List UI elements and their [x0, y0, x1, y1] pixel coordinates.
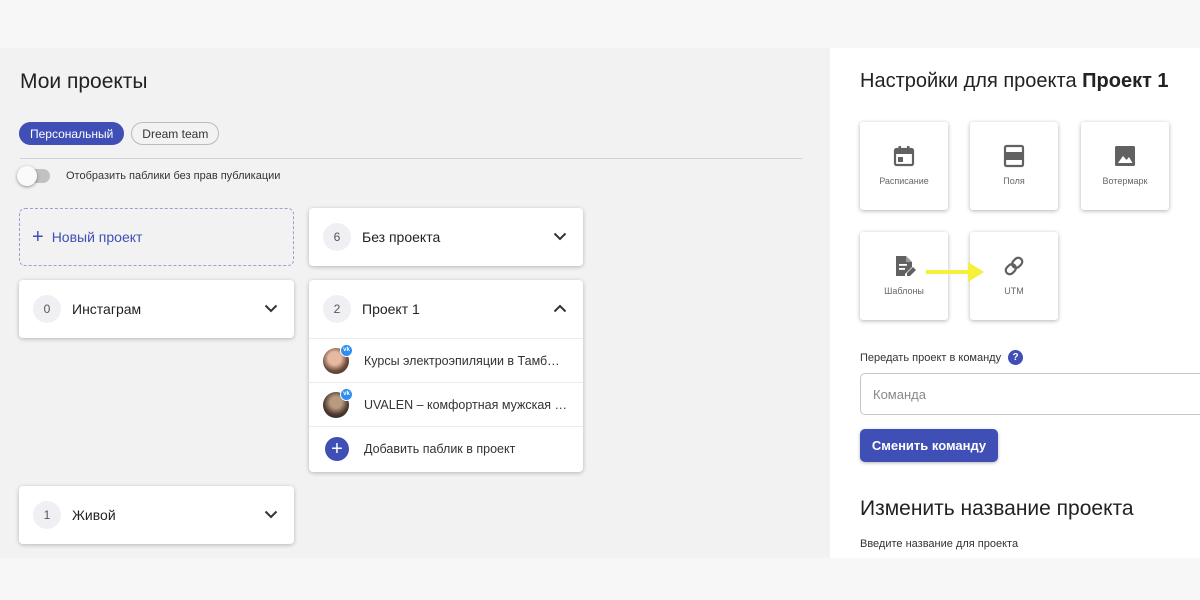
team-label-text: Передать проект в команду — [860, 351, 1002, 364]
tile-schedule[interactable]: Расписание — [860, 122, 948, 210]
tile-fields[interactable]: Поля — [970, 122, 1058, 210]
project-card-header[interactable]: 2 Проект 1 — [309, 280, 583, 338]
project-name: Проект 1 — [362, 301, 420, 317]
settings-title-prefix: Настройки для проекта — [860, 70, 1083, 92]
project-card-header[interactable]: 0 Инстаграм — [19, 280, 294, 338]
toggle-label: Отобразить паблики без прав публикации — [66, 170, 281, 182]
help-icon[interactable]: ? — [1008, 350, 1024, 365]
toggle-knob[interactable] — [17, 166, 37, 186]
tab-personal[interactable]: Персональный — [19, 122, 125, 145]
project-count-badge: 1 — [33, 501, 61, 529]
tile-label: UTM — [1004, 286, 1024, 296]
page-title: Мои проекты — [20, 70, 148, 93]
new-project-button[interactable]: + Новый проект — [19, 208, 294, 266]
public-list-item[interactable]: vk UVALEN – комфортная мужская … — [309, 382, 583, 426]
change-team-button[interactable]: Сменить команду — [860, 429, 998, 462]
public-list-item[interactable]: vk Курсы электроэпиляции в Тамб… — [309, 338, 583, 382]
tile-label: Вотермарк — [1102, 176, 1148, 186]
add-public-label: Добавить паблик в проект — [364, 441, 516, 456]
project-card-no-project: 6 Без проекта — [309, 208, 583, 266]
project-card-instagram: 0 Инстаграм — [19, 280, 294, 338]
link-icon — [1004, 256, 1024, 276]
project-name: Инстаграм — [72, 301, 142, 317]
tile-label: Поля — [1003, 176, 1025, 186]
rename-project-title: Изменить название проекта — [860, 497, 1134, 520]
divider — [20, 158, 802, 159]
plus-icon: + — [32, 226, 44, 248]
public-name: UVALEN – комфортная мужская … — [364, 397, 568, 412]
project-count-badge: 6 — [323, 223, 351, 251]
project-card-zhivoy: 1 Живой — [19, 486, 294, 544]
project-card-project-1: 2 Проект 1 vk Курсы электроэпиляции в Та… — [309, 280, 583, 472]
project-count-badge: 2 — [323, 295, 351, 323]
transfer-team-label: Передать проект в команду ? — [860, 350, 1024, 365]
show-publics-toggle-row: Отобразить паблики без прав публикации — [17, 166, 281, 186]
new-project-label: Новый проект — [51, 229, 143, 245]
rename-project-hint: Введите название для проекта — [860, 538, 1019, 550]
project-count-badge: 0 — [33, 295, 61, 323]
tile-label: Расписание — [879, 176, 929, 186]
chevron-up-icon[interactable] — [551, 299, 569, 317]
avatar: vk — [323, 387, 353, 418]
chevron-down-icon[interactable] — [551, 227, 569, 245]
project-card-header[interactable]: 1 Живой — [19, 486, 294, 544]
add-icon: + — [325, 436, 349, 461]
fields-icon — [1003, 144, 1025, 168]
settings-project-name: Проект 1 — [1082, 70, 1169, 92]
vk-badge-icon: vk — [340, 387, 353, 401]
tab-dream-team[interactable]: Dream team — [131, 122, 220, 145]
project-name: Живой — [72, 507, 116, 523]
settings-title: Настройки для проекта Проект 1 — [860, 70, 1169, 93]
project-name: Без проекта — [362, 229, 441, 245]
bottom-band — [0, 558, 1200, 600]
highlight-arrow-icon — [926, 262, 984, 282]
project-settings-panel: Настройки для проекта Проект 1 Расписани… — [830, 48, 1200, 558]
team-input[interactable] — [860, 373, 1200, 415]
image-icon — [1115, 146, 1135, 166]
template-icon — [896, 256, 916, 276]
add-public-button[interactable]: + Добавить паблик в проект — [309, 426, 583, 470]
projects-panel: Мои проекты Персональный Dream team Отоб… — [0, 48, 830, 558]
calendar-icon — [893, 146, 915, 167]
tile-watermark[interactable]: Вотермарк — [1081, 122, 1169, 210]
project-card-header[interactable]: 6 Без проекта — [309, 208, 583, 266]
public-name: Курсы электроэпиляции в Тамб… — [364, 353, 560, 368]
team-tabs: Персональный Dream team — [19, 122, 220, 145]
avatar: vk — [323, 343, 353, 374]
show-publics-toggle[interactable] — [17, 166, 50, 186]
chevron-down-icon[interactable] — [262, 505, 280, 523]
chevron-down-icon[interactable] — [262, 299, 280, 317]
top-band — [0, 0, 1200, 48]
tile-label: Шаблоны — [884, 286, 924, 296]
vk-badge-icon: vk — [340, 343, 353, 357]
